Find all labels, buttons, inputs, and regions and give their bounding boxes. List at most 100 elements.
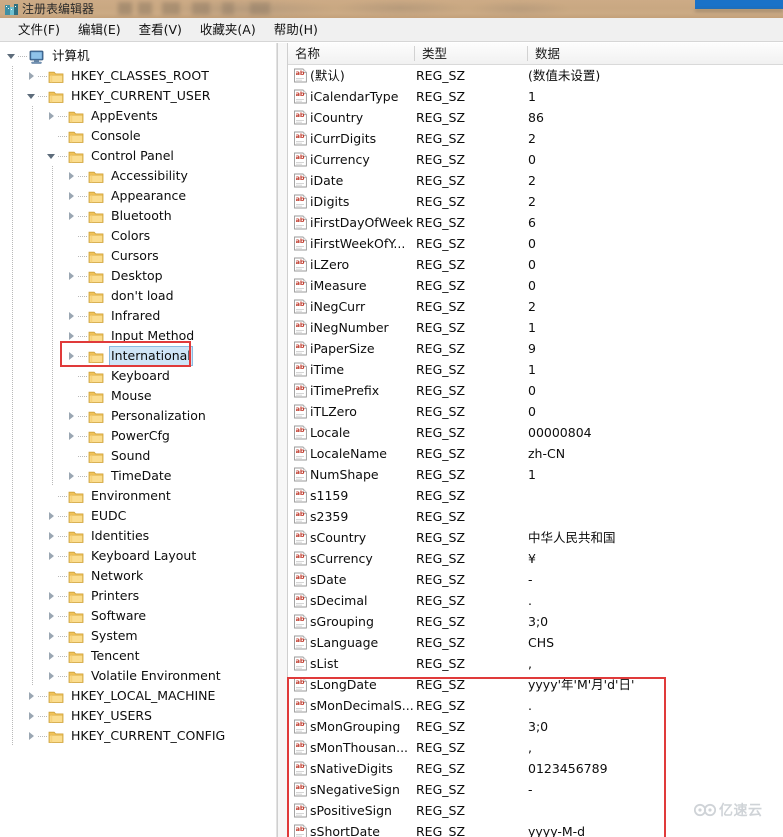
- chevron-right-icon[interactable]: [46, 646, 58, 666]
- chevron-right-icon[interactable]: [26, 66, 38, 86]
- tree-item-software[interactable]: Software: [0, 606, 276, 626]
- table-row[interactable]: ab iCurrency REG_SZ 0: [288, 149, 783, 170]
- chevron-right-icon[interactable]: [66, 426, 78, 446]
- tree-item-bluetooth[interactable]: Bluetooth: [0, 206, 276, 226]
- chevron-right-icon[interactable]: [66, 186, 78, 206]
- menu-item-file[interactable]: 文件(F): [9, 18, 69, 41]
- table-row[interactable]: ab iMeasure REG_SZ 0: [288, 275, 783, 296]
- chevron-right-icon[interactable]: [66, 206, 78, 226]
- tree-item-hkey-current-user[interactable]: HKEY_CURRENT_USER: [0, 86, 276, 106]
- chevron-right-icon[interactable]: [26, 686, 38, 706]
- table-row[interactable]: ab iNegNumber REG_SZ 1: [288, 317, 783, 338]
- pane-splitter[interactable]: [277, 43, 288, 837]
- table-row[interactable]: ab sMonGrouping REG_SZ 3;0: [288, 716, 783, 737]
- menu-item-help[interactable]: 帮助(H): [265, 18, 327, 41]
- chevron-right-icon[interactable]: [46, 626, 58, 646]
- table-row[interactable]: ab sShortDate REG_SZ yyyy-M-d: [288, 821, 783, 837]
- table-row[interactable]: ab sCurrency REG_SZ ¥: [288, 548, 783, 569]
- tree-item-system[interactable]: System: [0, 626, 276, 646]
- tree-item-identities[interactable]: Identities: [0, 526, 276, 546]
- tree-item-environment[interactable]: Environment: [0, 486, 276, 506]
- registry-tree-pane[interactable]: 计算机 HKEY_CLASSES_ROOT HKEY_CURRENT_USER App…: [0, 43, 277, 837]
- chevron-right-icon[interactable]: [66, 166, 78, 186]
- tree-item-input-method[interactable]: Input Method: [0, 326, 276, 346]
- table-row[interactable]: ab sLanguage REG_SZ CHS: [288, 632, 783, 653]
- registry-values-pane[interactable]: 名称 类型 数据 ab (默认) REG_SZ (数值未设置) ab iCalendarT…: [288, 43, 783, 837]
- table-row[interactable]: ab iTLZero REG_SZ 0: [288, 401, 783, 422]
- chevron-down-icon[interactable]: [6, 46, 18, 66]
- chevron-right-icon[interactable]: [46, 606, 58, 626]
- tree-item-powercfg[interactable]: PowerCfg: [0, 426, 276, 446]
- table-row[interactable]: ab s2359 REG_SZ: [288, 506, 783, 527]
- table-row[interactable]: ab sNativeDigits REG_SZ 0123456789: [288, 758, 783, 779]
- column-header-data[interactable]: 数据: [528, 43, 783, 64]
- menu-item-favorites[interactable]: 收藏夹(A): [191, 18, 265, 41]
- tree-item-keyboard-layout[interactable]: Keyboard Layout: [0, 546, 276, 566]
- table-row[interactable]: ab iTime REG_SZ 1: [288, 359, 783, 380]
- chevron-right-icon[interactable]: [46, 666, 58, 686]
- tree-item-cursors[interactable]: Cursors: [0, 246, 276, 266]
- tree-item-sound[interactable]: Sound: [0, 446, 276, 466]
- tree-item-infrared[interactable]: Infrared: [0, 306, 276, 326]
- chevron-right-icon[interactable]: [46, 546, 58, 566]
- chevron-right-icon[interactable]: [26, 726, 38, 746]
- tree-item-hkey-users[interactable]: HKEY_USERS: [0, 706, 276, 726]
- tree-item-appevents[interactable]: AppEvents: [0, 106, 276, 126]
- table-row[interactable]: ab NumShape REG_SZ 1: [288, 464, 783, 485]
- chevron-right-icon[interactable]: [66, 466, 78, 486]
- tree-item-network[interactable]: Network: [0, 566, 276, 586]
- table-row[interactable]: ab sDecimal REG_SZ.: [288, 590, 783, 611]
- chevron-right-icon[interactable]: [46, 506, 58, 526]
- table-row[interactable]: ab s1159 REG_SZ: [288, 485, 783, 506]
- chevron-right-icon[interactable]: [26, 706, 38, 726]
- chevron-right-icon[interactable]: [66, 306, 78, 326]
- table-row[interactable]: ab sCountry REG_SZ 中华人民共和国: [288, 527, 783, 548]
- table-row[interactable]: ab LocaleName REG_SZ zh-CN: [288, 443, 783, 464]
- chevron-right-icon[interactable]: [66, 406, 78, 426]
- tree-item-[interactable]: 计算机: [0, 46, 276, 66]
- chevron-down-icon[interactable]: [26, 86, 38, 106]
- tree-item-timedate[interactable]: TimeDate: [0, 466, 276, 486]
- table-row[interactable]: ab sNegativeSign REG_SZ -: [288, 779, 783, 800]
- tree-item-printers[interactable]: Printers: [0, 586, 276, 606]
- table-row[interactable]: ab iLZero REG_SZ 0: [288, 254, 783, 275]
- chevron-right-icon[interactable]: [46, 526, 58, 546]
- chevron-right-icon[interactable]: [46, 586, 58, 606]
- tree-item-hkey-current-config[interactable]: HKEY_CURRENT_CONFIG: [0, 726, 276, 746]
- tree-item-international[interactable]: International: [0, 346, 276, 366]
- tree-item-volatile-environment[interactable]: Volatile Environment: [0, 666, 276, 686]
- chevron-right-icon[interactable]: [46, 106, 58, 126]
- table-row[interactable]: ab iNegCurr REG_SZ 2: [288, 296, 783, 317]
- table-row[interactable]: ab iCountry REG_SZ 86: [288, 107, 783, 128]
- table-row[interactable]: ab iDate REG_SZ 2: [288, 170, 783, 191]
- table-row[interactable]: ab iCurrDigits REG_SZ 2: [288, 128, 783, 149]
- table-row[interactable]: ab sMonThousan... REG_SZ,: [288, 737, 783, 758]
- table-row[interactable]: ab sList REG_SZ,: [288, 653, 783, 674]
- table-row[interactable]: ab sMonDecimalS... REG_SZ.: [288, 695, 783, 716]
- chevron-right-icon[interactable]: [66, 326, 78, 346]
- tree-item-control-panel[interactable]: Control Panel: [0, 146, 276, 166]
- chevron-right-icon[interactable]: [66, 346, 78, 366]
- tree-item-console[interactable]: Console: [0, 126, 276, 146]
- menu-item-edit[interactable]: 编辑(E): [69, 18, 130, 41]
- tree-item-mouse[interactable]: Mouse: [0, 386, 276, 406]
- tree-item-hkey-classes-root[interactable]: HKEY_CLASSES_ROOT: [0, 66, 276, 86]
- tree-item-colors[interactable]: Colors: [0, 226, 276, 246]
- tree-item-desktop[interactable]: Desktop: [0, 266, 276, 286]
- table-row[interactable]: ab sGrouping REG_SZ 3;0: [288, 611, 783, 632]
- table-row[interactable]: ab iDigits REG_SZ 2: [288, 191, 783, 212]
- table-row[interactable]: ab sDate REG_SZ -: [288, 569, 783, 590]
- table-row[interactable]: ab (默认) REG_SZ (数值未设置): [288, 65, 783, 86]
- chevron-right-icon[interactable]: [66, 266, 78, 286]
- column-header-type[interactable]: 类型: [415, 43, 527, 64]
- menu-item-view[interactable]: 查看(V): [130, 18, 191, 41]
- table-row[interactable]: ab iPaperSize REG_SZ 9: [288, 338, 783, 359]
- tree-item-appearance[interactable]: Appearance: [0, 186, 276, 206]
- tree-item-keyboard[interactable]: Keyboard: [0, 366, 276, 386]
- tree-item-personalization[interactable]: Personalization: [0, 406, 276, 426]
- chevron-down-icon[interactable]: [46, 146, 58, 166]
- tree-item-don-t-load[interactable]: don't load: [0, 286, 276, 306]
- column-header-name[interactable]: 名称: [288, 43, 414, 64]
- table-row[interactable]: ab sLongDate REG_SZ yyyy'年'M'月'd'日': [288, 674, 783, 695]
- tree-item-tencent[interactable]: Tencent: [0, 646, 276, 666]
